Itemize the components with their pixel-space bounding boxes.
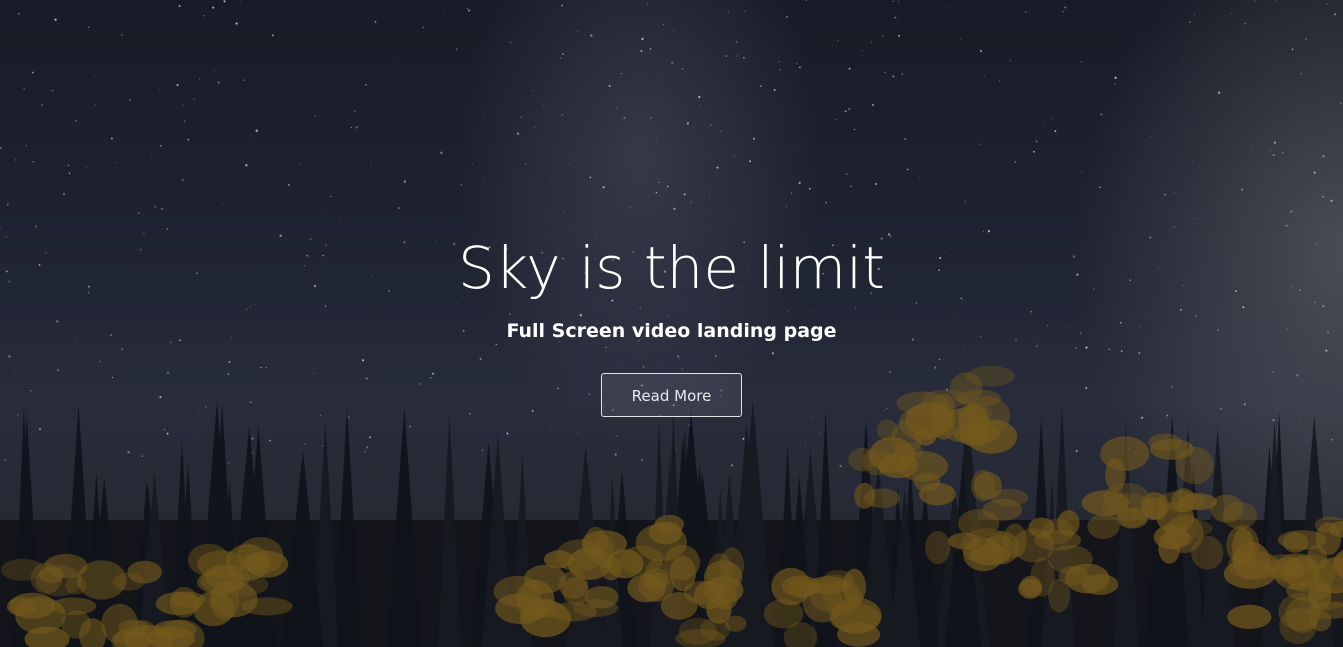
hero-subtitle: Full Screen video landing page [506, 320, 837, 342]
hero-content: Sky is the limit Full Screen video landi… [0, 228, 1343, 417]
read-more-button[interactable]: Read More [601, 373, 742, 417]
hero-title: Sky is the limit [457, 234, 886, 302]
hero-section: Sky is the limit Full Screen video landi… [0, 0, 1343, 647]
